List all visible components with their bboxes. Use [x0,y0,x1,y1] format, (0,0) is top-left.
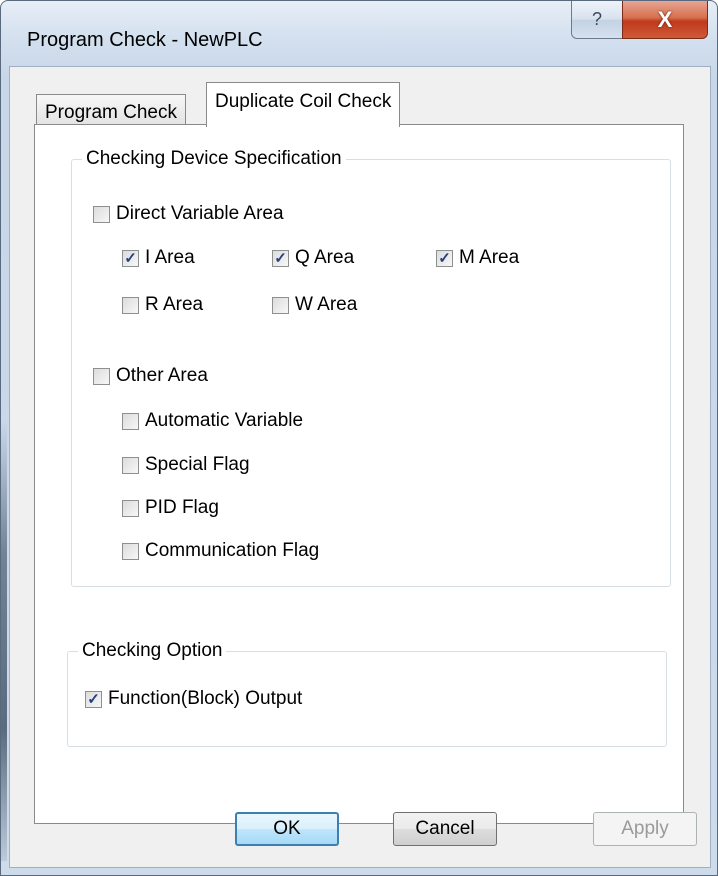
checkbox-box [122,542,139,560]
checkbox-label: Q Area [295,247,355,268]
button-label: Cancel [415,818,475,839]
button-label: OK [273,818,301,839]
window-title: Program Check - NewPLC [27,29,263,51]
checkmark-icon: ✓ [122,249,139,267]
group-legend: Checking Option [78,640,227,662]
tab-duplicate-coil-check[interactable]: Duplicate Coil Check [206,82,401,127]
dialog-client-area: Program Check Duplicate Coil Check Check… [9,66,711,868]
tab-label: Duplicate Coil Check [215,91,392,112]
checkbox-box [122,456,139,474]
checkbox-label: M Area [459,247,520,268]
checkbox-label: R Area [145,294,204,315]
r-area-checkbox[interactable]: R Area [122,294,203,316]
close-button[interactable]: X [622,1,708,39]
checkbox-label: Automatic Variable [145,410,304,431]
m-area-checkbox[interactable]: ✓ M Area [436,247,519,269]
checkmark-icon: ✓ [272,249,289,267]
help-button[interactable]: ? [571,1,623,39]
checkbox-label: W Area [295,294,358,315]
direct-variable-area-checkbox[interactable]: Direct Variable Area [93,203,284,225]
checkbox-box [122,296,139,314]
i-area-checkbox[interactable]: ✓ I Area [122,247,195,269]
checkbox-label: Special Flag [145,454,250,475]
checkbox-box [272,296,289,314]
w-area-checkbox[interactable]: W Area [272,294,357,316]
close-icon: X [657,6,673,32]
ok-button[interactable]: OK [235,812,339,846]
checkbox-label: Direct Variable Area [116,203,284,224]
checkbox-box [122,499,139,517]
help-icon: ? [591,9,602,29]
cancel-button[interactable]: Cancel [393,812,497,846]
checkbox-label: Other Area [116,365,208,386]
special-flag-checkbox[interactable]: Special Flag [122,454,250,476]
checkbox-label: Communication Flag [145,540,320,561]
automatic-variable-checkbox[interactable]: Automatic Variable [122,410,303,432]
tab-panel-duplicate-coil-check: Checking Device Specification Direct Var… [34,124,684,824]
group-legend: Checking Device Specification [82,148,346,170]
q-area-checkbox[interactable]: ✓ Q Area [272,247,354,269]
checkbox-label: Function(Block) Output [108,688,303,709]
checkmark-icon: ✓ [436,249,453,267]
device-spec-group: Checking Device Specification Direct Var… [71,148,671,587]
function-block-output-checkbox[interactable]: ✓ Function(Block) Output [85,688,302,710]
tab-program-check[interactable]: Program Check [36,94,186,125]
pid-flag-checkbox[interactable]: PID Flag [122,497,219,519]
apply-button[interactable]: Apply [593,812,697,846]
dialog-window: Program Check - NewPLC ? X Program Check… [0,0,718,876]
checkbox-box [93,367,110,385]
checkmark-icon: ✓ [85,690,102,708]
checkbox-label: I Area [145,247,195,268]
button-label: Apply [621,818,669,839]
other-area-checkbox[interactable]: Other Area [93,365,208,387]
checkbox-box [122,412,139,430]
tab-label: Program Check [45,102,177,123]
background-streak [1,421,7,861]
checkbox-label: PID Flag [145,497,219,518]
communication-flag-checkbox[interactable]: Communication Flag [122,540,319,562]
checking-option-group: Checking Option ✓ Function(Block) Output [67,640,667,747]
checkbox-box [93,205,110,223]
